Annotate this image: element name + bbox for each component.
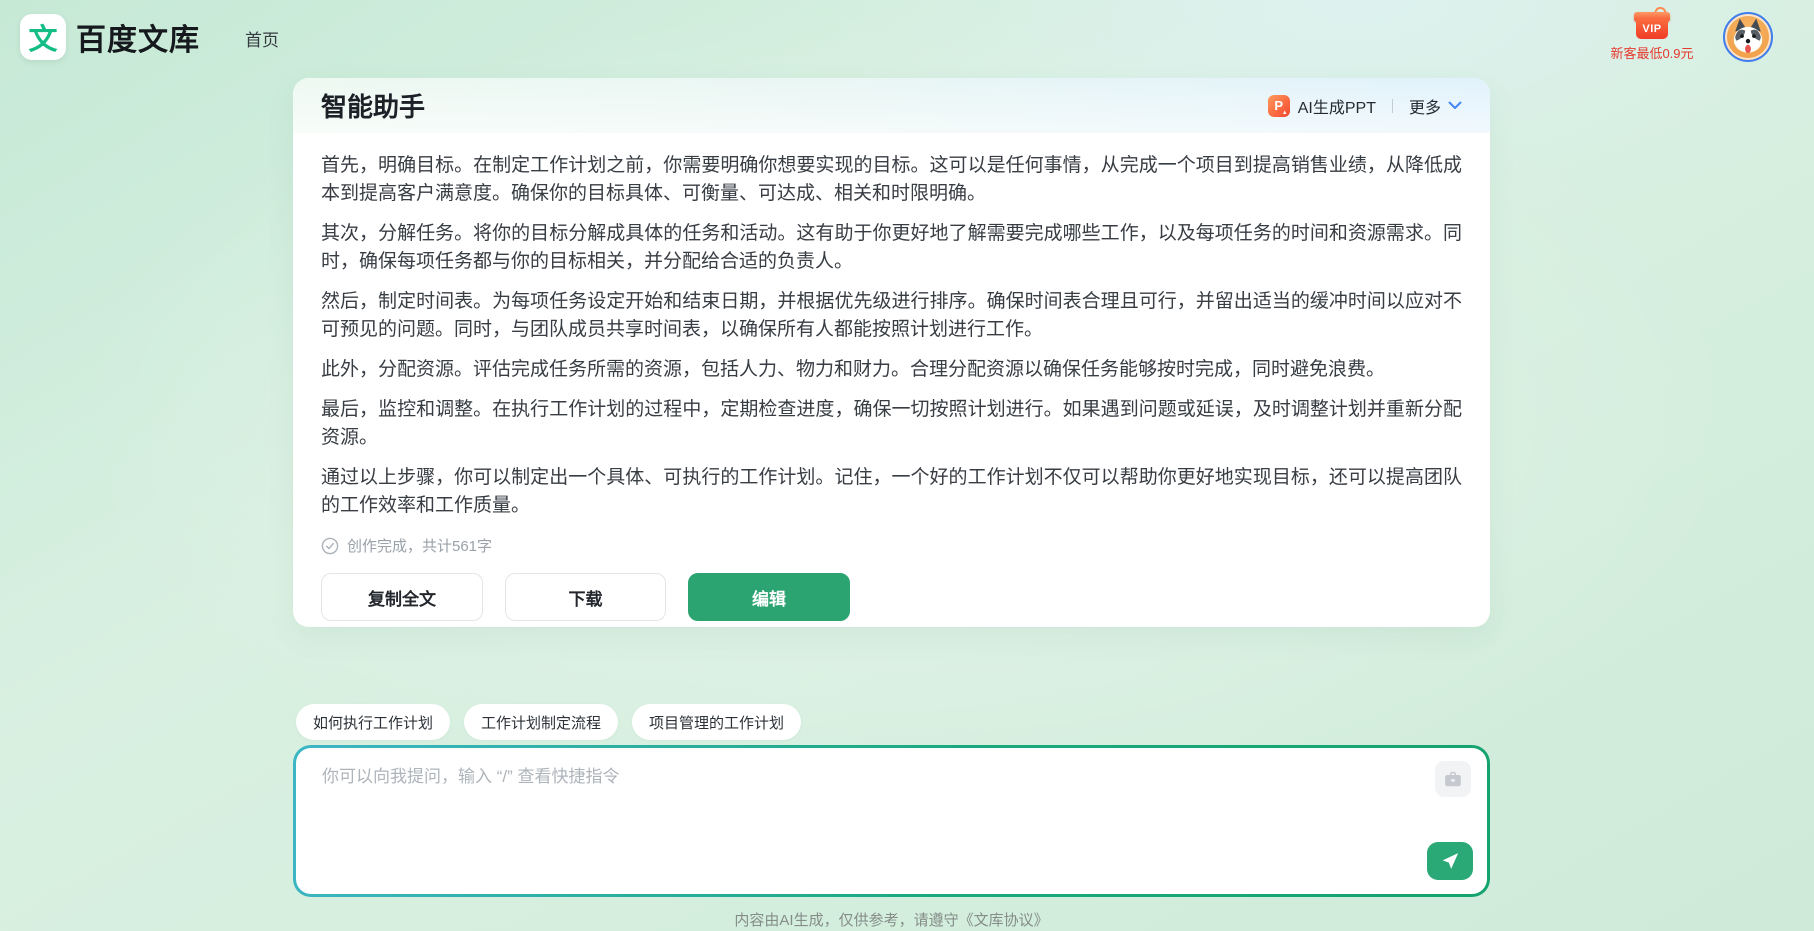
- vip-badge-label: VIP: [1642, 23, 1661, 35]
- top-bar: 文 百度文库 首页 VIP 新客最低0.9元: [0, 0, 1814, 75]
- vip-promo-text: 新客最低0.9元: [1602, 43, 1702, 62]
- edit-button[interactable]: 编辑: [688, 573, 850, 621]
- gift-body: VIP: [1636, 19, 1668, 39]
- ppt-icon: P▲: [1268, 95, 1290, 117]
- husky-avatar-icon: [1726, 15, 1770, 59]
- answer-paragraph: 最后，监控和调整。在执行工作计划的过程中，定期检查进度，确保一切按照计划进行。如…: [321, 396, 1462, 452]
- assistant-card: 智能助手 P▲ AI生成PPT 更多 首先，明确目标。在制定工作计划之前，你需要…: [293, 78, 1490, 627]
- suggestion-chip[interactable]: 项目管理的工作计划: [632, 704, 801, 740]
- status-text: 创作完成，共计561字: [347, 535, 492, 556]
- chevron-down-icon: [1448, 101, 1462, 110]
- vip-gift-icon: VIP: [1634, 8, 1670, 40]
- vip-promo-entry[interactable]: VIP 新客最低0.9元: [1602, 8, 1702, 62]
- chat-composer-inner: [296, 748, 1487, 894]
- wenku-logo-glyph: 文: [28, 16, 57, 58]
- copy-full-text-button[interactable]: 复制全文: [321, 573, 483, 621]
- answer-paragraph: 首先，明确目标。在制定工作计划之前，你需要明确你想要实现的目标。这可以是任何事情…: [321, 152, 1462, 208]
- more-menu-button[interactable]: 更多: [1409, 94, 1462, 118]
- chat-composer: [293, 745, 1490, 897]
- brand-name: 百度文库: [76, 15, 200, 59]
- download-button[interactable]: 下载: [505, 573, 666, 621]
- page-title: 智能助手: [321, 87, 425, 124]
- answer-paragraph: 其次，分解任务。将你的目标分解成具体的任务和活动。这有助于你更好地了解需要完成哪…: [321, 220, 1462, 276]
- ai-generate-ppt-button[interactable]: P▲ AI生成PPT: [1268, 94, 1376, 118]
- main-column: 智能助手 P▲ AI生成PPT 更多 首先，明确目标。在制定工作计划之前，你需要…: [293, 78, 1490, 931]
- answer-paragraph: 通过以上步骤，你可以制定出一个具体、可执行的工作计划。记住，一个好的工作计划不仅…: [321, 464, 1462, 520]
- ai-generate-ppt-label: AI生成PPT: [1298, 94, 1376, 118]
- user-avatar[interactable]: [1723, 12, 1773, 62]
- answer-paragraph: 然后，制定时间表。为每项任务设定开始和结束日期，并根据优先级进行排序。确保时间表…: [321, 288, 1462, 344]
- more-label: 更多: [1409, 94, 1441, 118]
- toolbox-icon: [1444, 771, 1462, 788]
- send-plane-icon: [1440, 851, 1460, 871]
- generation-status: 创作完成，共计561字: [321, 535, 1462, 556]
- wenku-logo-icon: 文: [20, 14, 66, 60]
- answer-paragraph: 此外，分配资源。评估完成任务所需的资源，包括人力、物力和财力。合理分配资源以确保…: [321, 356, 1462, 384]
- ai-disclaimer: 内容由AI生成，仅供参考，请遵守《文库协议》: [293, 909, 1490, 930]
- answer-actions: 复制全文 下载 编辑: [321, 573, 1462, 621]
- header-tools: P▲ AI生成PPT 更多: [1268, 94, 1462, 118]
- suggestion-chip[interactable]: 工作计划制定流程: [464, 704, 618, 740]
- send-button[interactable]: [1427, 842, 1473, 880]
- wenku-logo[interactable]: 文 百度文库: [20, 14, 200, 60]
- toolbox-button[interactable]: [1435, 761, 1471, 797]
- check-circle-icon: [321, 537, 339, 555]
- assistant-answer-body: 首先，明确目标。在制定工作计划之前，你需要明确你想要实现的目标。这可以是任何事情…: [293, 133, 1490, 621]
- header-divider: [1392, 99, 1393, 113]
- nav-home-link[interactable]: 首页: [245, 26, 279, 51]
- suggestion-chips: 如何执行工作计划 工作计划制定流程 项目管理的工作计划: [296, 704, 801, 740]
- chat-input[interactable]: [296, 748, 1487, 894]
- suggestion-chip[interactable]: 如何执行工作计划: [296, 704, 450, 740]
- assistant-card-header: 智能助手 P▲ AI生成PPT 更多: [293, 78, 1490, 133]
